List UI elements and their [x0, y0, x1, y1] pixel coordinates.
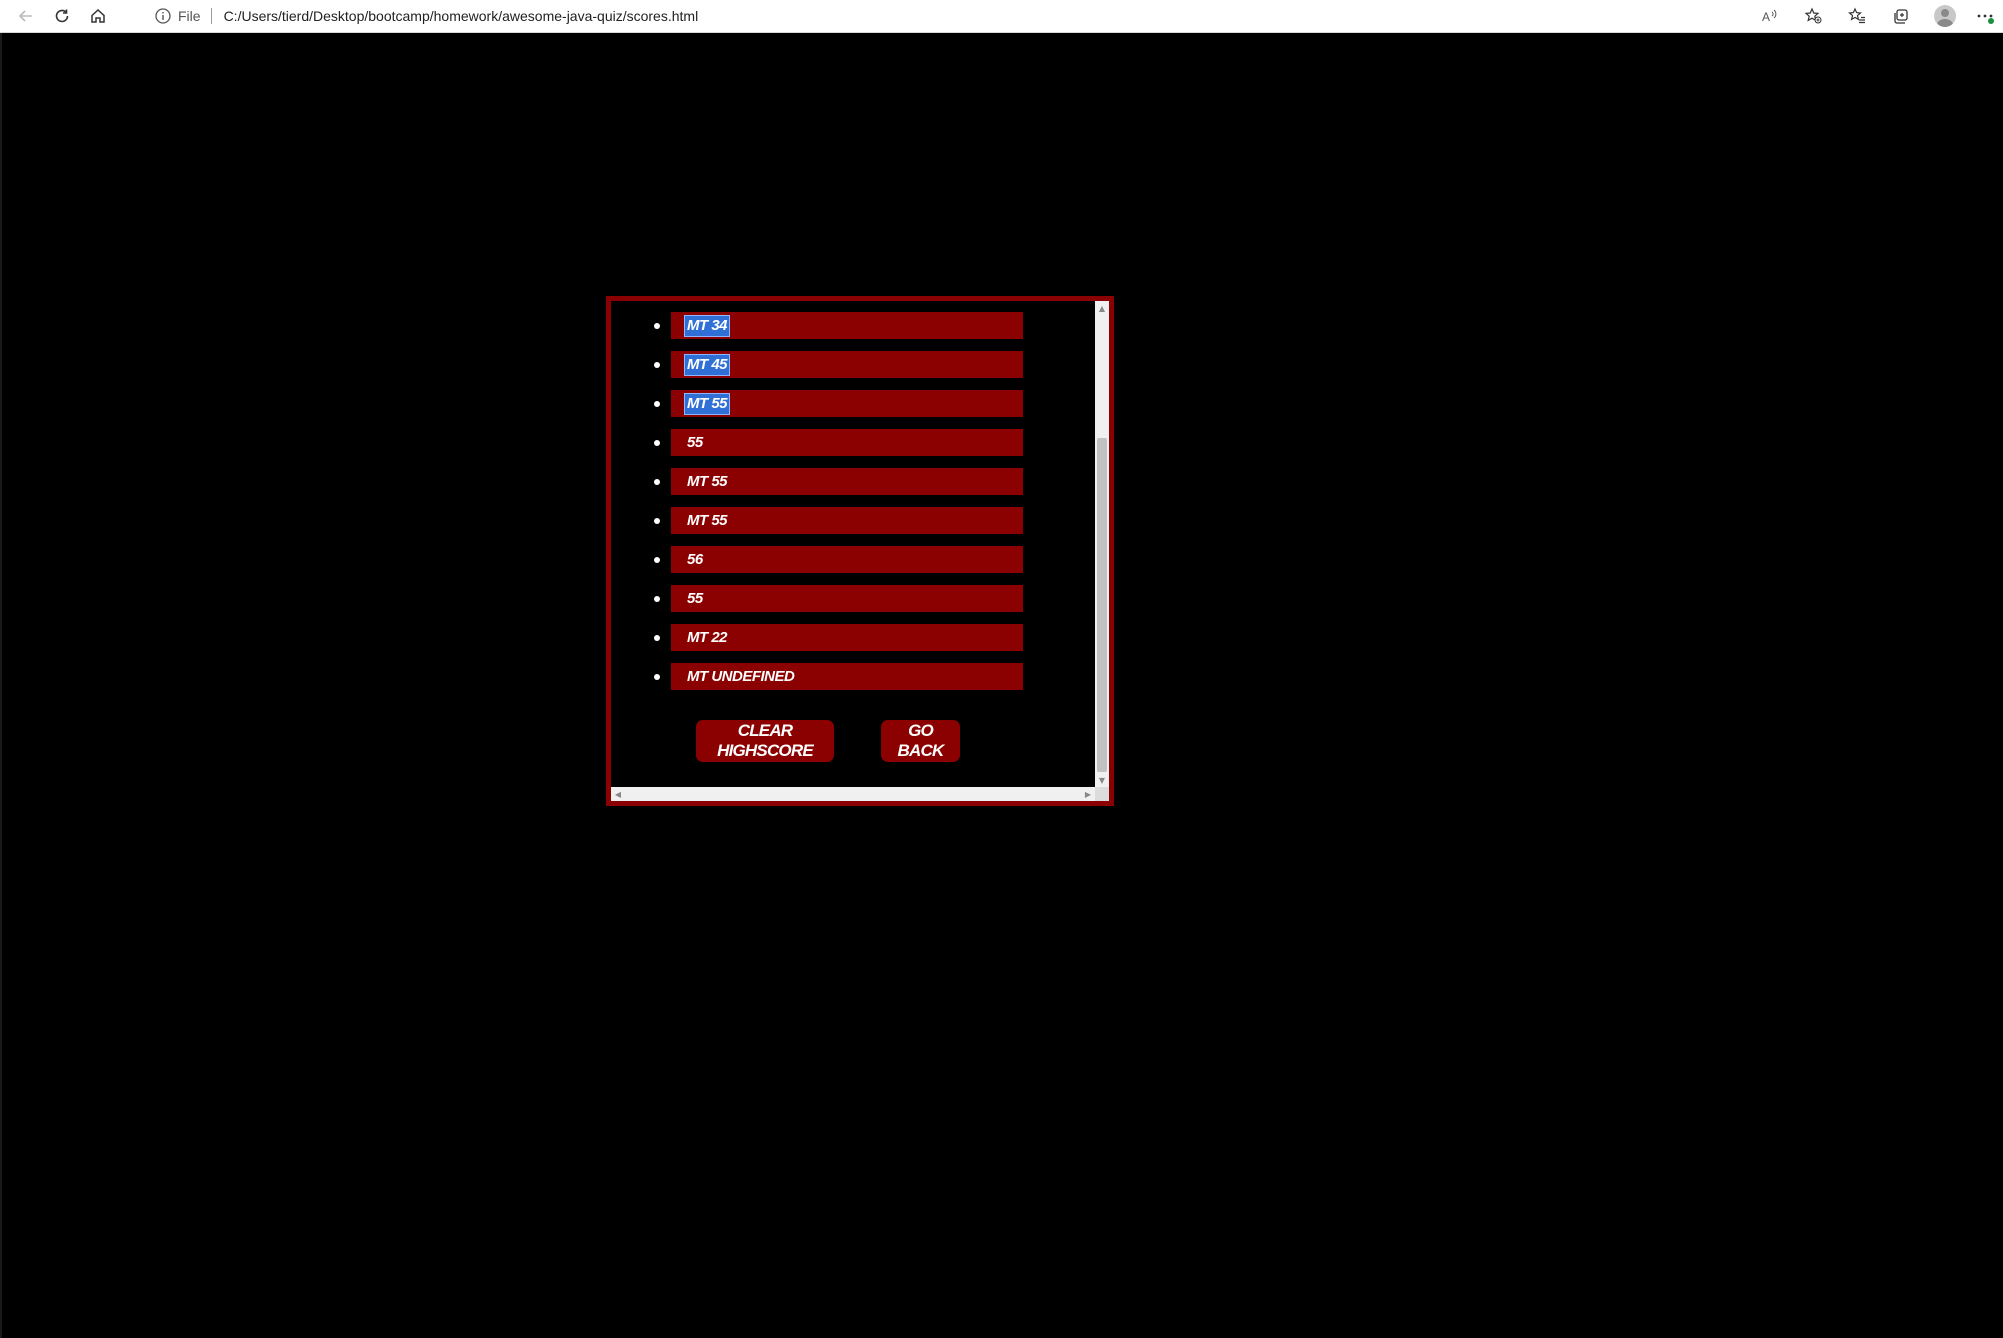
svg-text:A: A: [1762, 10, 1770, 24]
address-divider: [210, 8, 212, 24]
score-bar: MT 55: [671, 507, 1023, 534]
favorites-icon[interactable]: [1835, 0, 1879, 32]
score-bar: 56: [671, 546, 1023, 573]
actions-row: CLEAR HIGHSCORE GO BACK: [611, 720, 1095, 764]
highscores-container: MT 55MT 34MT 45MT 5555MT 55MT 555655MT 2…: [606, 296, 1114, 806]
clear-highscore-button[interactable]: CLEAR HIGHSCORE: [696, 720, 834, 762]
bullet-icon: [654, 557, 660, 563]
score-list-item: MT UNDEFINED: [611, 657, 1095, 696]
bullet-icon: [654, 401, 660, 407]
address-prefix: File: [178, 8, 201, 24]
bullet-icon: [654, 674, 660, 680]
score-bar: MT UNDEFINED: [671, 663, 1023, 690]
read-aloud-icon[interactable]: A: [1747, 0, 1791, 32]
score-list-item: MT 55: [611, 501, 1095, 540]
score-bar: MT 22: [671, 624, 1023, 651]
scrollbar-corner: [1095, 787, 1109, 801]
back-icon[interactable]: [8, 0, 44, 32]
vertical-scrollbar[interactable]: ▲ ▼: [1095, 301, 1109, 787]
highscore-list: MT 55MT 34MT 45MT 5555MT 55MT 555655MT 2…: [611, 301, 1095, 696]
scroll-left-icon[interactable]: ◀: [611, 787, 625, 801]
refresh-icon[interactable]: [44, 0, 80, 32]
bullet-icon: [654, 635, 660, 641]
score-bar: MT 34: [671, 312, 1023, 339]
toolbar-right: A: [1747, 0, 2003, 32]
score-text: 55: [687, 589, 703, 607]
score-text: MT 34: [683, 314, 731, 337]
score-list-item: MT 34: [611, 306, 1095, 345]
score-list-item: 55: [611, 579, 1095, 618]
score-list-item: MT 22: [611, 618, 1095, 657]
score-list-item: 55: [611, 423, 1095, 462]
score-text: MT UNDEFINED: [687, 667, 795, 685]
score-text: MT 22: [687, 628, 728, 646]
home-icon[interactable]: [80, 0, 116, 32]
horizontal-scrollbar[interactable]: ◀ ▶: [611, 787, 1095, 801]
score-text: MT 55: [683, 392, 731, 415]
score-bar: 55: [671, 585, 1023, 612]
bullet-icon: [654, 362, 660, 368]
window-edge: [0, 33, 2, 1338]
browser-toolbar: File C:/Users/tierd/Desktop/bootcamp/hom…: [0, 0, 2003, 33]
score-list-item: MT 55: [611, 384, 1095, 423]
vertical-scroll-thumb[interactable]: [1097, 438, 1107, 772]
url-text[interactable]: C:/Users/tierd/Desktop/bootcamp/homework…: [224, 8, 699, 24]
profile-icon[interactable]: [1923, 0, 1967, 32]
score-list-item: MT 45: [611, 345, 1095, 384]
scroll-right-icon[interactable]: ▶: [1081, 787, 1095, 801]
score-text: MT 45: [683, 353, 731, 376]
score-text: 56: [687, 550, 703, 568]
scroll-down-icon[interactable]: ▼: [1095, 773, 1109, 787]
go-back-button[interactable]: GO BACK: [881, 720, 960, 762]
bullet-icon: [654, 596, 660, 602]
score-text: MT 55: [687, 511, 728, 529]
score-bar: MT 45: [671, 351, 1023, 378]
scroll-viewport[interactable]: MT 55MT 34MT 45MT 5555MT 55MT 555655MT 2…: [611, 301, 1095, 787]
score-list-item: 56: [611, 540, 1095, 579]
score-bar: 55: [671, 429, 1023, 456]
collections-icon[interactable]: [1879, 0, 1923, 32]
avatar: [1934, 5, 1956, 27]
score-text: 55: [687, 433, 703, 451]
more-icon[interactable]: [1967, 0, 2003, 32]
add-favorite-icon[interactable]: [1791, 0, 1835, 32]
score-text: MT 55: [687, 472, 728, 490]
score-list-item: MT 55: [611, 462, 1095, 501]
scroll-up-icon[interactable]: ▲: [1095, 301, 1109, 315]
address-bar[interactable]: File C:/Users/tierd/Desktop/bootcamp/hom…: [154, 0, 698, 32]
info-icon[interactable]: [154, 7, 172, 25]
bullet-icon: [654, 440, 660, 446]
bullet-icon: [654, 518, 660, 524]
bullet-icon: [654, 479, 660, 485]
score-bar: MT 55: [671, 390, 1023, 417]
bullet-icon: [654, 323, 660, 329]
score-bar: MT 55: [671, 468, 1023, 495]
